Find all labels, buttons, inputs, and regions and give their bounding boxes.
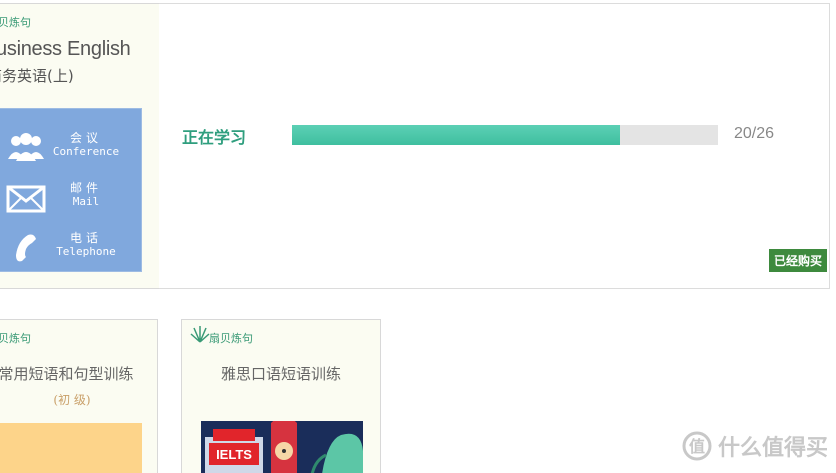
phone-icon [16, 234, 36, 262]
topic-label-cn: 邮件 [69, 181, 102, 195]
topic-conference: 会议 Conference [0, 127, 143, 171]
leaf-logo-icon [190, 326, 210, 343]
svg-text:值: 值 [689, 437, 705, 456]
topics-panel: 会议 Conference 邮件 Mail 电话 Telephone [0, 108, 142, 272]
people-icon [8, 133, 44, 161]
course-card-phrases[interactable]: 扇贝炼句 常用短语和句型训练 (初 级) [0, 319, 158, 473]
course-progress-panel: 正在学习 20/26 已经购买 [159, 3, 830, 289]
progress-bar-fill [292, 125, 620, 145]
course-cover-business-english[interactable]: 扇贝炼句 Business English 商务英语(上) 会议 Confere… [0, 3, 160, 289]
topic-label-cn: 会议 [69, 131, 102, 145]
brand-text: 扇贝炼句 [0, 16, 31, 29]
cover-image [0, 423, 142, 473]
course-title: 常用短语和句型训练 [0, 365, 134, 383]
topic-label-en: Conference [52, 145, 120, 158]
mail-icon [6, 185, 46, 213]
topic-label-cn: 电话 [69, 231, 102, 245]
progress-bar [292, 125, 718, 145]
ielts-cover-image: IELTS [201, 421, 363, 473]
brand-label: 扇贝炼句 [0, 14, 31, 30]
ielts-text: IELTS [216, 447, 252, 462]
topic-mail: 邮件 Mail [0, 177, 143, 221]
topic-telephone: 电话 Telephone [0, 227, 143, 271]
course-title: 雅思口语短语训练 [220, 365, 341, 383]
watermark-text: 什么值得买 [717, 436, 828, 461]
purchased-badge: 已经购买 [768, 249, 827, 272]
course-title-en: Business English [0, 38, 131, 60]
value-logo-icon: 值 [682, 431, 712, 461]
progress-count: 20/26 [734, 125, 775, 142]
course-level: (初 级) [53, 393, 91, 407]
topic-label-en: Mail [72, 195, 100, 208]
brand-label: 扇贝炼句 [209, 332, 253, 345]
topic-label-en: Telephone [56, 245, 116, 258]
course-card-ielts[interactable]: 扇贝炼句 雅思口语短语训练 IELTS [181, 319, 381, 473]
learning-status-label: 正在学习 [182, 128, 247, 147]
course-title-cn: 商务英语(上) [0, 67, 74, 85]
brand-label: 扇贝炼句 [0, 332, 31, 345]
watermark: 值 什么值得买 [682, 431, 828, 461]
course-list: 扇贝炼句 Business English 商务英语(上) 会议 Confere… [0, 0, 836, 473]
